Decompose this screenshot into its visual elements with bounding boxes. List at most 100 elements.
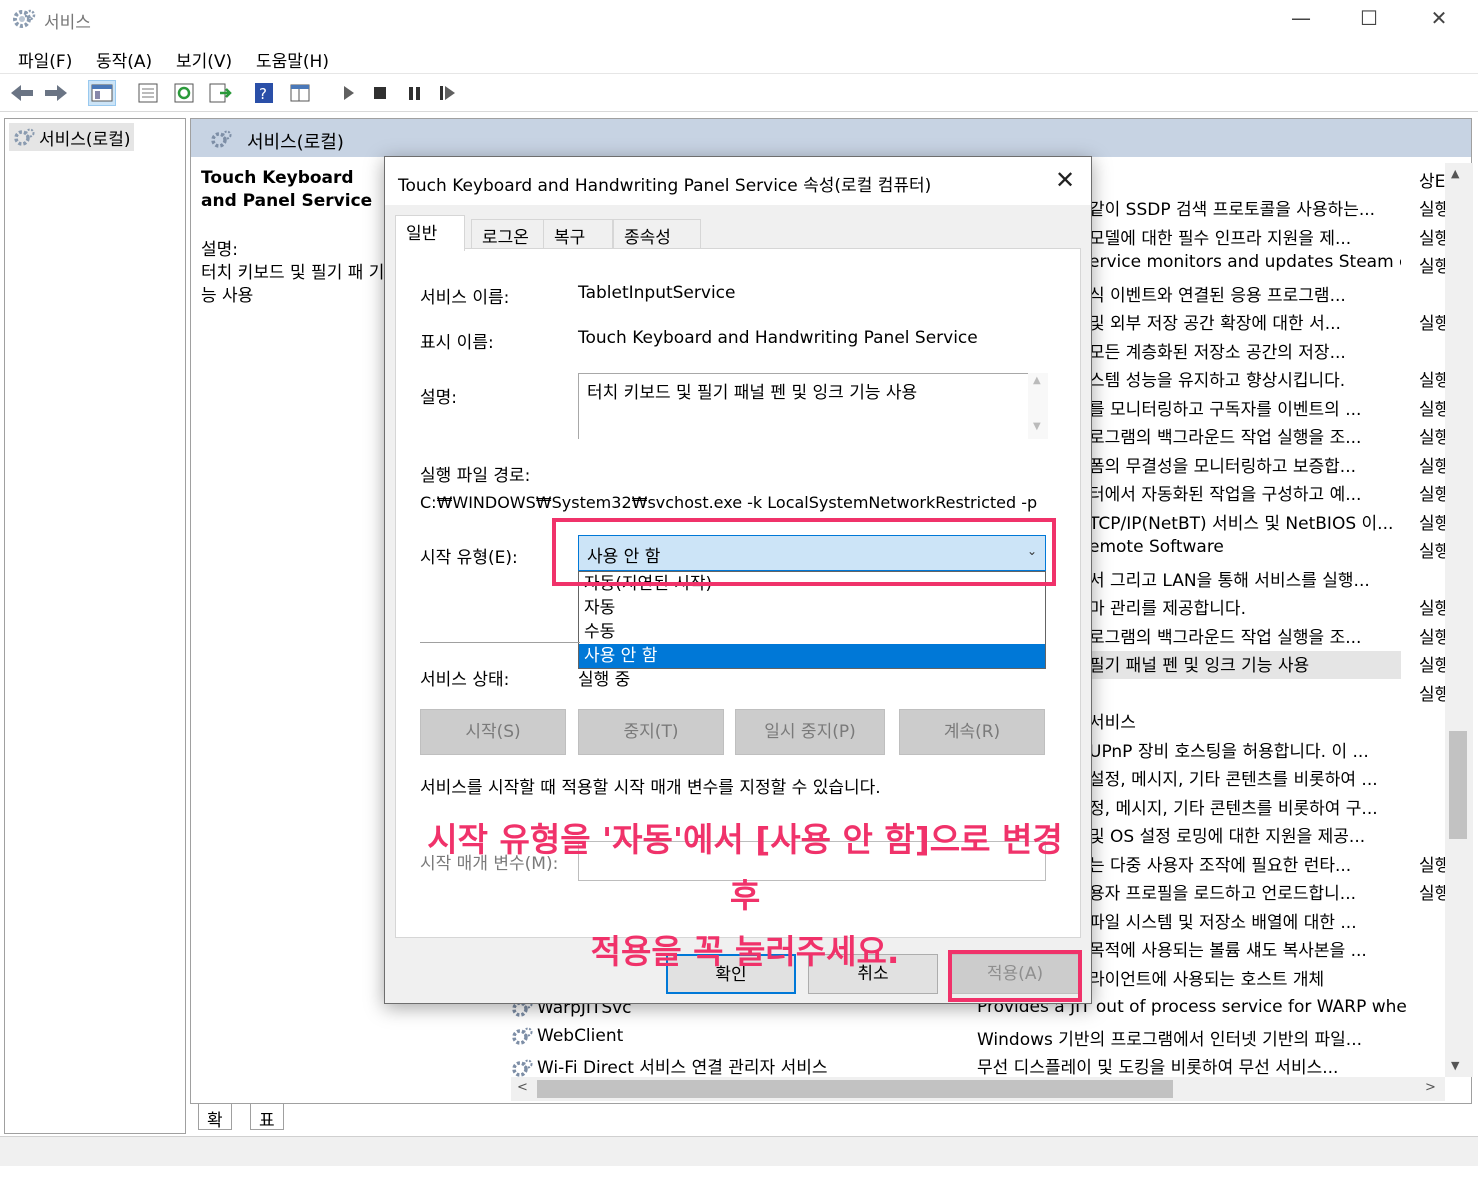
tab-dependencies[interactable]: 종속성 xyxy=(613,219,701,249)
service-gear-icon xyxy=(512,1027,533,1045)
separator xyxy=(420,642,580,643)
panel-header: 서비스(로컬) xyxy=(191,119,1471,157)
minimize-button[interactable]: — xyxy=(1276,4,1326,34)
stop-icon[interactable] xyxy=(366,80,394,106)
service-row-description[interactable]: 서 그리고 LAN을 통해 서비스를 실행... xyxy=(1089,566,1401,594)
service-row-description[interactable]: 모델에 대한 필수 인프라 지원을 제... xyxy=(1089,224,1401,252)
maximize-button[interactable]: ☐ xyxy=(1344,4,1394,34)
export-list-icon[interactable] xyxy=(206,80,234,106)
service-row-description[interactable]: 폼의 무결성을 모니터링하고 보증합... xyxy=(1089,452,1401,480)
service-row-description[interactable]: 마 관리를 제공합니다. xyxy=(1089,594,1401,622)
tree-node-services-local[interactable]: 서비스(로컬) xyxy=(9,123,135,151)
startup-type-highlight xyxy=(552,518,1056,586)
horizontal-scroll-thumb[interactable] xyxy=(537,1080,1173,1098)
dialog-title-bar: Touch Keyboard and Handwriting Panel Ser… xyxy=(385,157,1091,205)
service-row-description[interactable]: ervice monitors and updates Steam c... xyxy=(1089,252,1401,280)
forward-arrow-icon[interactable] xyxy=(42,80,70,106)
service-row-description[interactable]: 정, 메시지, 기타 콘텐츠를 비롯하여 구... xyxy=(1089,794,1401,822)
scroll-up-icon[interactable]: ▲ xyxy=(1451,167,1459,180)
tab-standard[interactable]: 표준 xyxy=(250,1104,284,1156)
start-button[interactable]: 시작(S) xyxy=(420,709,566,755)
service-row-description[interactable]: 는 다중 사용자 조작에 필요한 런타... xyxy=(1089,851,1401,879)
service-row-description[interactable]: 터에서 자동화된 작업을 구성하고 예... xyxy=(1089,480,1401,508)
scroll-left-icon[interactable]: < xyxy=(517,1080,528,1095)
toolbar: ? xyxy=(0,74,1478,112)
service-row-description[interactable] xyxy=(1089,680,1401,708)
service-row-description[interactable]: 식 이벤트와 연결된 응용 프로그램... xyxy=(1089,281,1401,309)
restart-icon[interactable] xyxy=(434,80,462,106)
service-row-description[interactable]: UPnP 장비 호스팅을 허용합니다. 이 ... xyxy=(1089,737,1401,765)
service-name-value: TabletInputService xyxy=(578,283,736,303)
description-scrollbar[interactable]: ▲ ▼ xyxy=(1028,373,1048,439)
console-tree-icon[interactable] xyxy=(88,80,116,106)
show-hide-pane-icon[interactable] xyxy=(286,80,314,106)
selected-service-desc-label: 설명: xyxy=(201,240,239,260)
tree-node-label: 서비스(로컬) xyxy=(39,130,131,150)
dialog-close-button[interactable]: ✕ xyxy=(1045,165,1085,197)
properties-sheet-icon[interactable] xyxy=(134,80,162,106)
pause-icon[interactable] xyxy=(400,80,428,106)
chevron-down-icon[interactable]: ▼ xyxy=(1033,421,1041,432)
horizontal-scrollbar[interactable]: < > xyxy=(511,1077,1445,1101)
services-gear-icon xyxy=(13,9,36,28)
chevron-up-icon[interactable]: ▲ xyxy=(1033,375,1041,386)
option-disabled[interactable]: 사용 안 함 xyxy=(579,644,1045,668)
service-row-description[interactable]: 로그램의 백그라운드 작업 실행을 조... xyxy=(1089,623,1401,651)
menu-help[interactable]: 도움말(H) xyxy=(256,47,329,72)
menu-action[interactable]: 동작(A) xyxy=(96,47,152,72)
vertical-scroll-thumb[interactable] xyxy=(1449,731,1467,839)
service-row-name[interactable]: Wi-Fi Direct 서비스 연결 관리자 서비스 xyxy=(511,1053,828,1079)
service-row-description[interactable]: 같이 SSDP 검색 프로토콜을 사용하는... xyxy=(1089,195,1401,223)
scroll-right-icon[interactable]: > xyxy=(1425,1080,1436,1095)
option-manual[interactable]: 수동 xyxy=(579,620,1045,644)
play-icon[interactable] xyxy=(334,80,362,106)
service-row-description[interactable]: 설정, 메시지, 기타 콘텐츠를 비롯하여 ... xyxy=(1089,765,1401,793)
service-row-description: 무선 디스플레이 및 도킹을 비롯하여 무선 서비스... xyxy=(977,1058,1339,1078)
option-auto[interactable]: 자동 xyxy=(579,596,1045,620)
service-row-description[interactable]: 목적에 사용되는 볼륨 섀도 복사본을 ... xyxy=(1089,936,1401,964)
service-row-description[interactable]: TCP/IP(NetBT) 서비스 및 NetBIOS 이... xyxy=(1089,509,1401,537)
service-row-description[interactable]: 를 모니터링하고 구독자를 이벤트의 ... xyxy=(1089,395,1401,423)
service-row-description[interactable]: 로그램의 백그라운드 작업 실행을 조... xyxy=(1089,423,1401,451)
stop-button[interactable]: 중지(T) xyxy=(578,709,724,755)
menu-view[interactable]: 보기(V) xyxy=(176,47,232,72)
annotation-line-1: 시작 유형을 '자동'에서 [사용 안 함]으로 변경 후 xyxy=(427,820,1063,915)
service-row-description[interactable]: 용자 프로필을 로드하고 언로드합니... xyxy=(1089,879,1401,907)
pause-button[interactable]: 일시 중지(P) xyxy=(735,709,885,755)
menu-bar: 파일(F) 동작(A) 보기(V) 도움말(H) xyxy=(0,42,1478,74)
description-label: 설명: xyxy=(420,388,458,408)
service-row-description[interactable]: 파일 시스템 및 저장소 배열에 대한 ... xyxy=(1089,908,1401,936)
help-icon[interactable]: ? xyxy=(250,80,278,106)
service-row-name[interactable]: WebClient xyxy=(511,1025,623,1047)
services-gear-icon xyxy=(14,128,35,146)
menu-file[interactable]: 파일(F) xyxy=(18,47,72,72)
description-textbox[interactable]: 터치 키보드 및 필기 패널 펜 및 잉크 기능 사용 xyxy=(578,373,1046,439)
service-row-description[interactable]: 스템 성능을 유지하고 향상시킵니다. xyxy=(1089,366,1401,394)
column-header-state[interactable]: 상E xyxy=(1419,167,1445,192)
service-row-description[interactable]: emote Software xyxy=(1089,537,1401,565)
startup-type-label: 시작 유형(E): xyxy=(420,548,518,568)
selected-service-title: Touch Keyboard and Panel Service xyxy=(201,168,373,211)
start-parameters-hint: 서비스를 시작할 때 적용할 시작 매개 변수를 지정할 수 있습니다. xyxy=(420,778,881,798)
service-name-label: 서비스 이름: xyxy=(420,288,510,308)
refresh-icon[interactable] xyxy=(170,80,198,106)
resume-button[interactable]: 계속(R) xyxy=(899,709,1045,755)
service-row-description[interactable]: 라이언트에 사용되는 호스트 개체 xyxy=(1089,965,1401,993)
service-row-description[interactable]: 필기 패널 펜 및 잉크 기능 사용 xyxy=(1089,651,1401,679)
service-row-description[interactable]: 및 외부 저장 공간 확장에 대한 서... xyxy=(1089,309,1401,337)
vertical-scrollbar[interactable]: ▲ ▼ xyxy=(1445,163,1473,1077)
tab-logon[interactable]: 로그온 xyxy=(471,219,545,249)
tab-recovery[interactable]: 복구 xyxy=(543,219,613,249)
service-row-description[interactable]: 및 OS 설정 로밍에 대한 지원을 제공... xyxy=(1089,822,1401,850)
close-button[interactable]: ✕ xyxy=(1414,4,1464,34)
display-name-label: 표시 이름: xyxy=(420,333,494,353)
services-window: 서비스 — ☐ ✕ 파일(F) 동작(A) 보기(V) 도움말(H) ? 서비스… xyxy=(0,0,1478,1178)
title-bar: 서비스 — ☐ ✕ xyxy=(0,0,1478,38)
back-arrow-icon[interactable] xyxy=(8,80,36,106)
service-gear-icon xyxy=(512,1059,533,1077)
tab-extended[interactable]: 확장 xyxy=(198,1104,232,1156)
service-row-description[interactable]: 모든 계층화된 저장소 공간의 저장... xyxy=(1089,338,1401,366)
scroll-down-icon[interactable]: ▼ xyxy=(1451,1059,1459,1072)
tab-general[interactable]: 일반 xyxy=(395,215,465,251)
service-row-description[interactable]: 서비스 xyxy=(1089,708,1401,736)
